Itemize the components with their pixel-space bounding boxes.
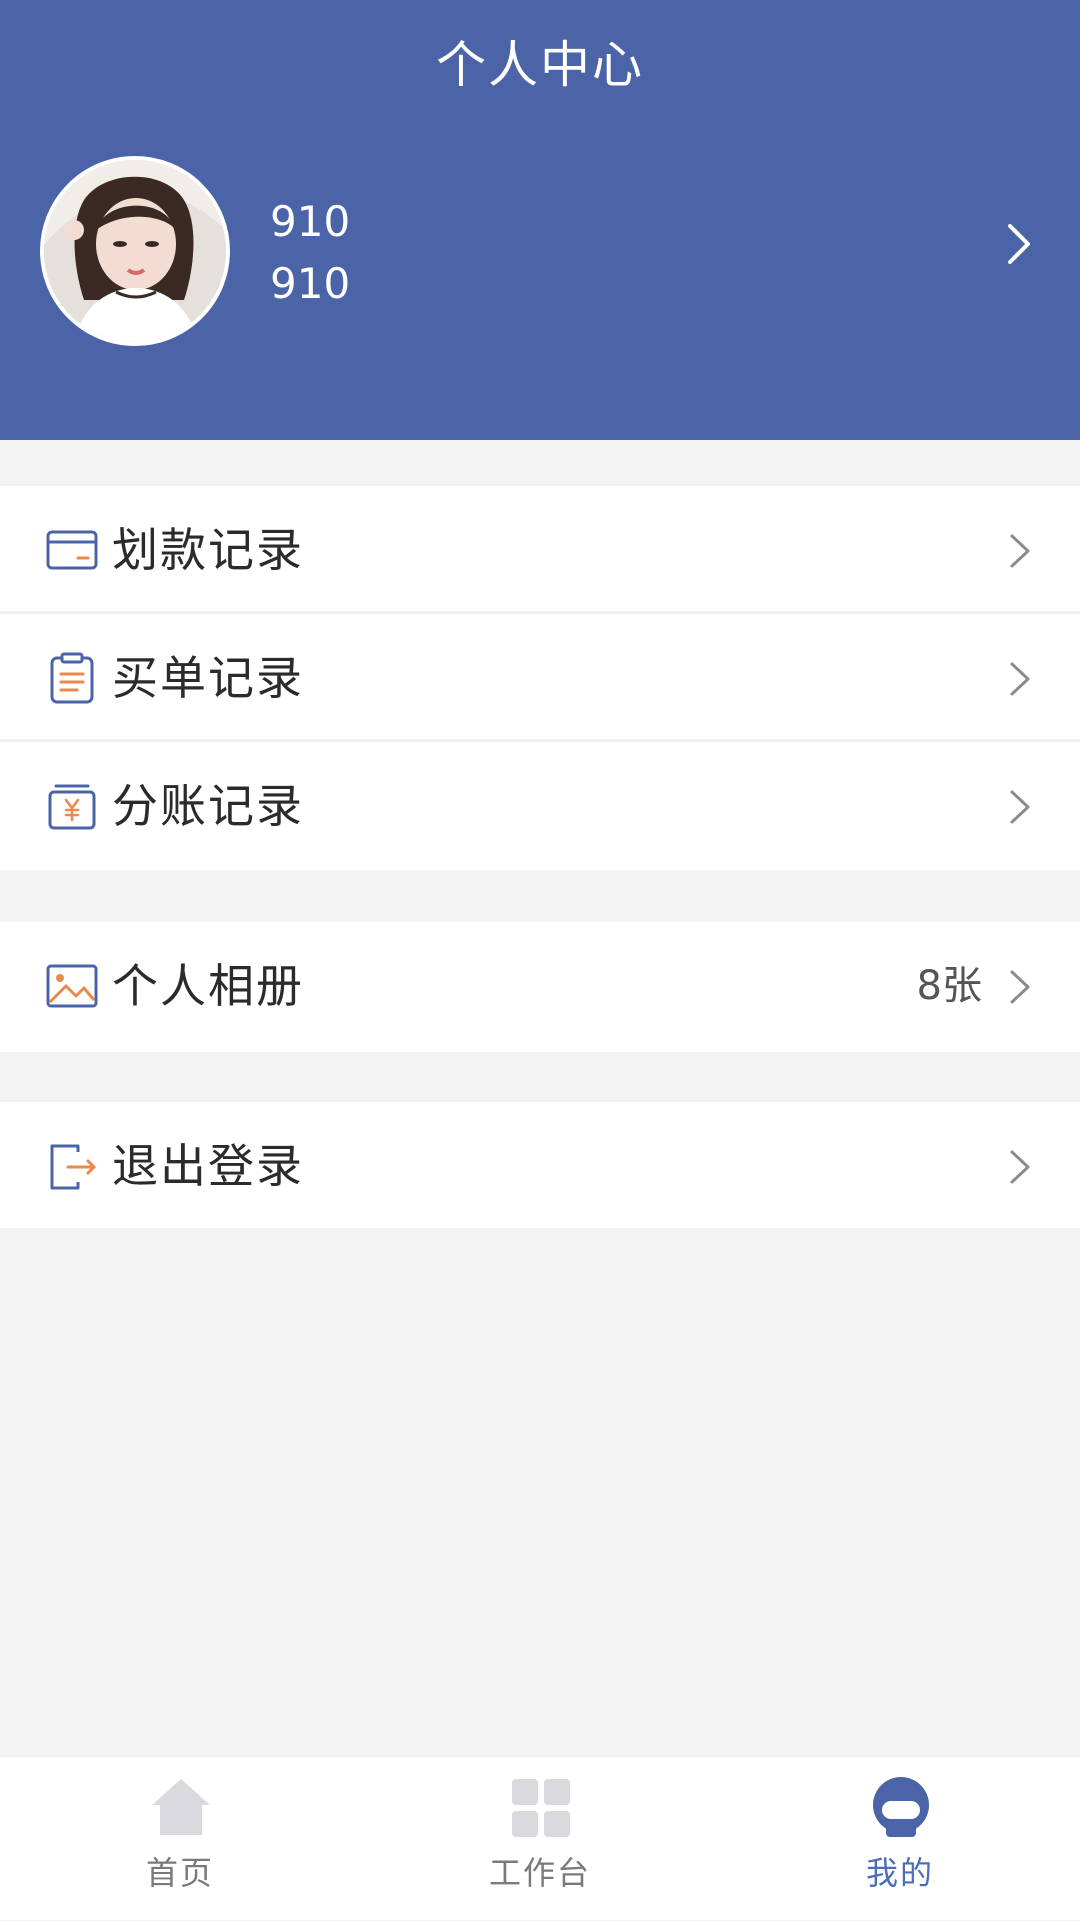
chevron-right-icon [1010, 970, 1030, 1004]
clipboard-icon [50, 652, 94, 704]
avatar[interactable] [40, 156, 230, 346]
bottom-tab-bar: 首页 工作台 我的 [0, 1756, 1080, 1920]
profile-account: 910 [270, 259, 351, 308]
tab-home[interactable]: 首页 [0, 1757, 360, 1921]
avatar-image [44, 160, 226, 342]
profile-name: 910 [270, 197, 351, 246]
chevron-right-icon[interactable] [1000, 214, 1040, 274]
tab-workbench[interactable]: 工作台 [360, 1757, 720, 1921]
image-icon [46, 964, 98, 1008]
profile-header: 个人中心 910 910 [0, 0, 1080, 440]
logout-icon [50, 1144, 96, 1190]
yen-box-icon [48, 784, 96, 830]
records-menu-group: 划款记录 买单记录 分账记录 [0, 486, 1080, 870]
home-icon [152, 1779, 210, 1835]
tab-mine[interactable]: 我的 [720, 1757, 1080, 1921]
menu-item-logout[interactable]: 退出登录 [0, 1102, 1080, 1228]
menu-item-order-records[interactable]: 买单记录 [0, 614, 1080, 742]
menu-label: 划款记录 [112, 523, 304, 577]
page-title: 个人中心 [436, 36, 644, 94]
tab-label: 我的 [865, 1854, 934, 1892]
menu-label: 退出登录 [112, 1139, 304, 1193]
menu-label: 买单记录 [112, 651, 304, 705]
chevron-right-icon [1010, 534, 1030, 568]
menu-label: 个人相册 [112, 959, 304, 1013]
card-icon [46, 530, 98, 570]
grid-icon [512, 1779, 570, 1837]
profile-card[interactable]: 910 910 [0, 150, 1080, 350]
album-count: 8张 [916, 963, 982, 1009]
user-icon [873, 1777, 929, 1837]
album-menu-group: 个人相册 8张 [0, 922, 1080, 1052]
chevron-right-icon [1010, 1150, 1030, 1184]
menu-item-album[interactable]: 个人相册 8张 [0, 922, 1080, 1052]
tab-label: 工作台 [488, 1854, 591, 1892]
tab-label: 首页 [145, 1854, 214, 1892]
menu-item-transfer-records[interactable]: 划款记录 [0, 486, 1080, 614]
menu-label: 分账记录 [112, 779, 304, 833]
logout-menu-group: 退出登录 [0, 1102, 1080, 1228]
chevron-right-icon [1010, 790, 1030, 824]
chevron-right-icon [1010, 662, 1030, 696]
menu-item-split-records[interactable]: 分账记录 [0, 742, 1080, 870]
